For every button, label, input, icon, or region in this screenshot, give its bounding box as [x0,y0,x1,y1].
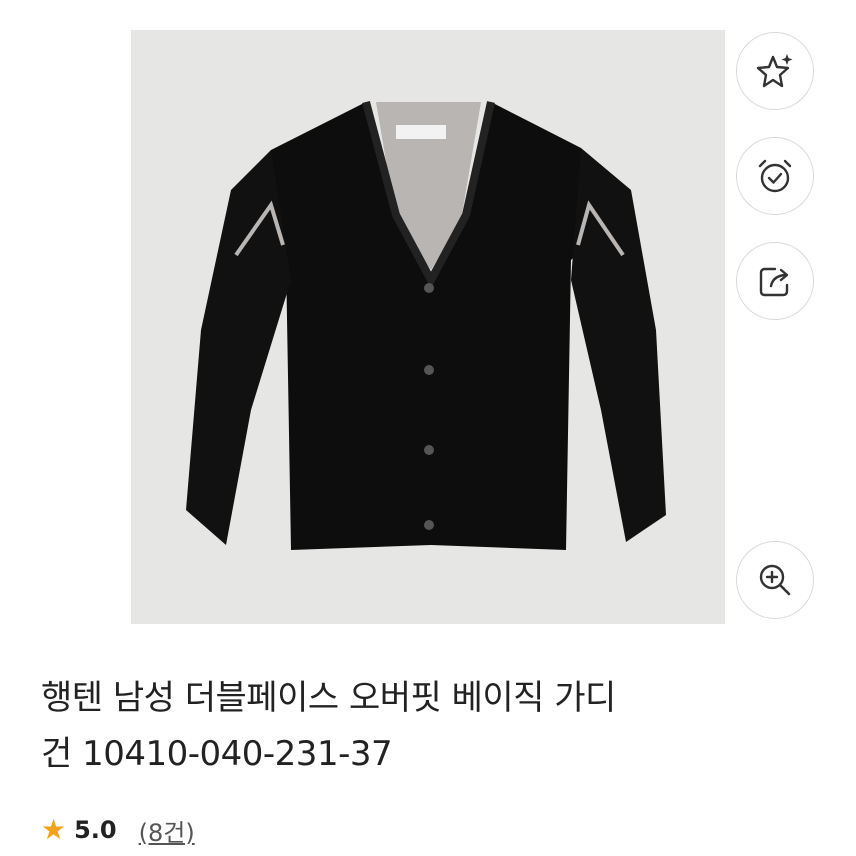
product-image[interactable] [131,30,725,624]
zoom-button[interactable] [736,541,814,619]
review-count-link[interactable]: (8건) [139,813,195,848]
product-title-line-1: 행텐 남성 더블페이스 오버핏 베이직 가디 [41,678,616,718]
cardigan-illustration [186,100,666,550]
star-sparkle-icon [756,54,793,88]
share-icon [759,267,789,297]
star-icon: ★ [41,813,67,846]
alarm-clock-check-icon [758,159,792,193]
rating-score: 5.0 [74,816,117,844]
product-title: 행텐 남성 더블페이스 오버핏 베이직 가디 건 10410-040-231-3… [41,670,821,782]
zoom-in-icon [759,564,791,596]
favorite-button[interactable] [736,32,814,110]
alarm-button[interactable] [736,137,814,215]
product-title-line-2: 건 10410-040-231-37 [41,734,393,774]
product-rating: ★ 5.0 (8건) [41,812,195,848]
share-button[interactable] [736,242,814,320]
